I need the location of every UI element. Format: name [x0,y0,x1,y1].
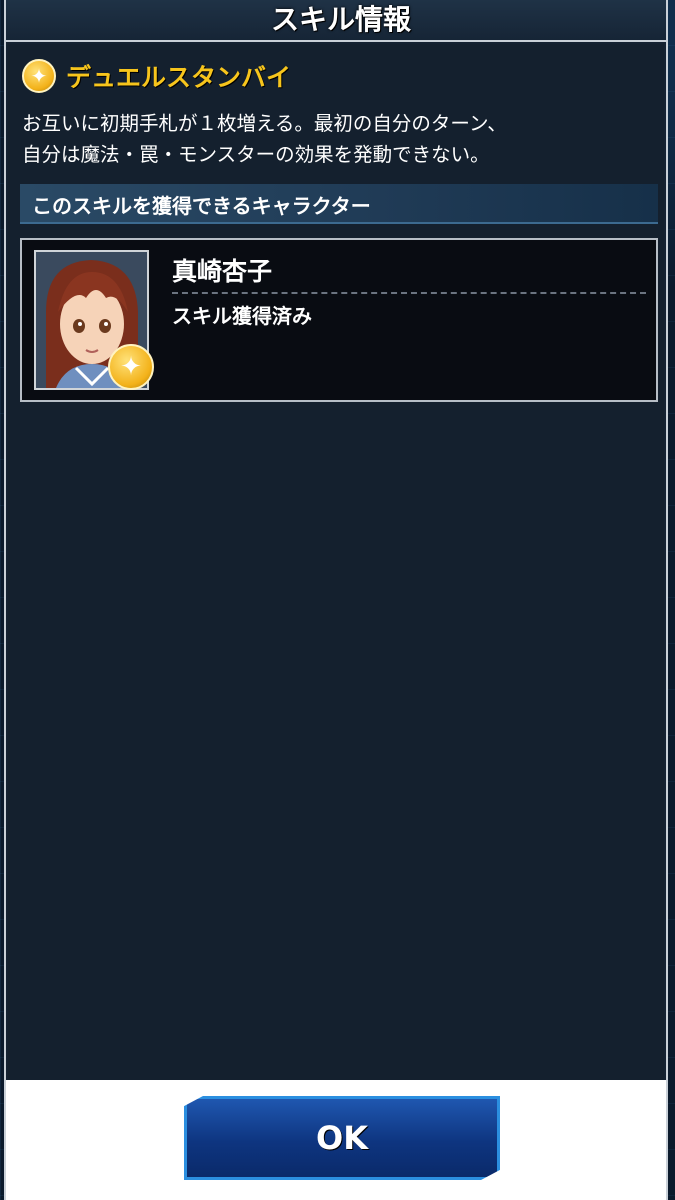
title-bar: スキル情報 [6,0,666,42]
character-name: 真崎杏子 [172,257,273,286]
skill-header: ✦ デュエルスタンバイ [22,58,291,94]
section-title: このスキルを獲得できるキャラクター [32,194,371,218]
dialog-content: ✦ デュエルスタンバイ お互いに初期手札が１枚増える。最初の自分のターン、 自分… [8,44,664,1080]
skill-name: デュエルスタンバイ [66,63,292,92]
ok-button-label: OK [316,1119,368,1157]
divider [172,292,646,294]
character-status: スキル獲得済み [172,304,312,328]
skill-acquired-star-icon: ✦ [108,344,154,390]
dialog-title: スキル情報 [270,3,411,36]
dialog-footer: OK [6,1080,666,1200]
star-icon: ✦ [22,59,56,93]
skill-info-dialog: スキル情報 ✦ デュエルスタンバイ お互いに初期手札が１枚増える。最初の自分のタ… [4,0,668,1200]
ok-button[interactable]: OK [184,1096,500,1180]
character-card[interactable]: ✦ 真崎杏子 スキル獲得済み [20,238,658,402]
skill-description: お互いに初期手札が１枚増える。最初の自分のターン、 自分は魔法・罠・モンスターの… [22,112,507,166]
section-header: このスキルを獲得できるキャラクター [20,184,658,224]
